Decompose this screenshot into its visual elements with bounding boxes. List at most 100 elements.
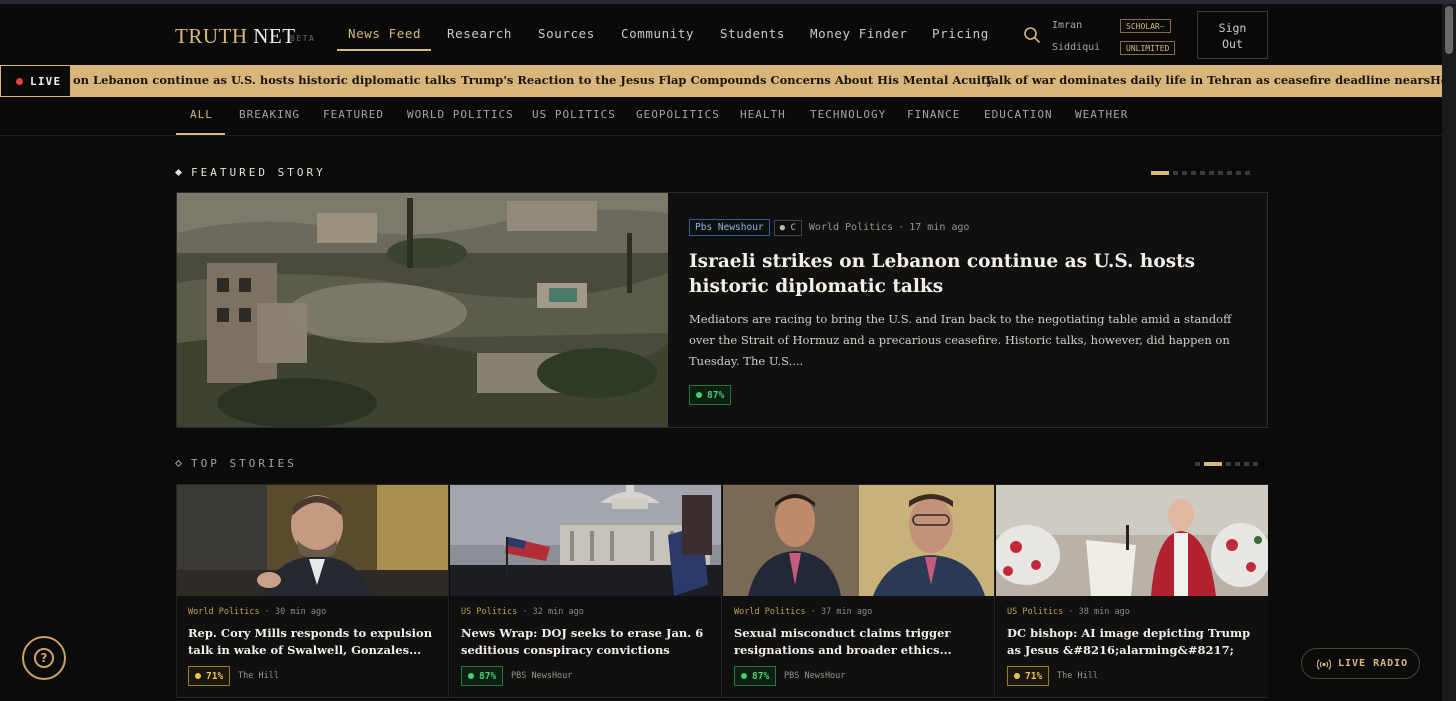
category-health[interactable]: HEALTH [740,108,786,121]
plan-badge-unlimited: UNLIMITED [1120,41,1176,55]
nav-money-finder[interactable]: Money Finder [810,26,908,41]
story-meta: US Politics · 38 min ago [1007,607,1130,617]
live-dot-icon [16,78,23,85]
ticker-item[interactable]: Trump's Reaction to the Jesus Flap Compo… [461,73,993,87]
carousel-dot[interactable] [1204,462,1222,466]
carousel-dot[interactable] [1235,462,1240,466]
category-education[interactable]: EDUCATION [984,108,1053,121]
live-radio-label: LIVE RADIO [1338,658,1409,669]
story-category: US Politics [461,607,518,617]
story-image[interactable] [450,485,721,596]
nav-pricing[interactable]: Pricing [932,26,989,41]
carousel-dot[interactable] [1227,171,1232,175]
category-us-politics[interactable]: US POLITICS [532,108,616,121]
meta-separator: · [898,222,905,233]
featured-section-header: FEATURED STORY [174,166,326,179]
credibility-score-badge: 87% [461,666,504,686]
category-geopolitics[interactable]: GEOPOLITICS [636,108,720,121]
score-value: 71% [206,670,224,682]
sign-out-button[interactable]: Sign Out [1197,11,1268,59]
featured-category: World Politics [808,222,894,233]
category-weather[interactable]: WEATHER [1075,108,1128,121]
ticker-item[interactable]: Talk of war dominates daily life in Tehr… [984,73,1430,87]
story-source[interactable]: PBS NewsHour [511,671,572,681]
story-title[interactable]: DC bishop: AI image depicting Trump as J… [1007,625,1259,658]
story-source[interactable]: The Hill [1057,671,1098,681]
story-image[interactable] [723,485,994,596]
carousel-dot[interactable] [1236,171,1241,175]
story-source[interactable]: The Hill [238,671,279,681]
carousel-dot[interactable] [1173,171,1178,175]
story-source[interactable]: PBS NewsHour [784,671,845,681]
scrollbar-thumb[interactable] [1445,6,1453,54]
story-title[interactable]: Sexual misconduct claims trigger resigna… [734,625,986,658]
category-breaking[interactable]: BREAKING [239,108,300,121]
carousel-dot[interactable] [1245,171,1250,175]
category-featured[interactable]: FEATURED [323,108,384,121]
nav-news-feed[interactable]: News Feed [348,26,421,41]
beta-label: BETA [290,34,316,43]
score-dot-icon [468,673,474,679]
rating-chip-letter: C [790,223,796,233]
logo[interactable]: TRUTH NET [175,24,296,49]
nav-students[interactable]: Students [720,26,785,41]
story-card[interactable]: World Politics · 30 min ago Rep. Cory Mi… [177,485,449,697]
carousel-dot[interactable] [1195,462,1200,466]
featured-title[interactable]: Israeli strikes on Lebanon continue as U… [689,249,1249,299]
carousel-dot[interactable] [1226,462,1231,466]
carousel-dot[interactable] [1244,462,1249,466]
nav-research[interactable]: Research [447,26,512,41]
live-tag: LIVE [0,65,71,97]
top-stories-carousel-dots[interactable] [1195,462,1258,466]
score-dot-icon [1014,673,1020,679]
carousel-dot[interactable] [1151,171,1169,175]
ticker-item[interactable]: on Lebanon continue as U.S. hosts histor… [73,73,456,87]
page-scrollbar[interactable] [1442,4,1456,701]
diamond-outline-icon [174,459,183,467]
rating-chip: ● C [773,220,802,236]
help-button[interactable]: ? [22,636,66,680]
search-icon[interactable] [1023,26,1041,44]
story-title[interactable]: Rep. Cory Mills responds to expulsion ta… [188,625,440,658]
logo-truth: TRUTH [175,24,248,48]
carousel-dot[interactable] [1200,171,1205,175]
story-meta: World Politics · 30 min ago [188,607,327,617]
featured-carousel-dots[interactable] [1151,171,1250,175]
top-header: TRUTH NET BETA News Feed Research Source… [0,4,1456,65]
story-card[interactable]: US Politics · 38 min ago DC bishop: AI i… [996,485,1268,697]
story-card[interactable]: US Politics · 32 min ago News Wrap: DOJ … [450,485,722,697]
featured-story-card[interactable]: Pbs Newshour ● C World Politics · 17 min ago… [176,192,1268,428]
story-image[interactable] [996,485,1268,596]
credibility-score-badge: 71% [1007,666,1050,686]
score-dot-icon [696,392,702,398]
carousel-dot[interactable] [1218,171,1223,175]
source-chip[interactable]: Pbs Newshour [689,219,770,236]
nav-active-underline [337,49,431,51]
carousel-dot[interactable] [1253,462,1258,466]
nav-community[interactable]: Community [621,26,694,41]
nav-sources[interactable]: Sources [538,26,595,41]
category-technology[interactable]: TECHNOLOGY [810,108,886,121]
credibility-score-badge: 87% [734,666,777,686]
story-time: 38 min ago [1078,607,1130,617]
category-all[interactable]: ALL [190,108,213,121]
category-finance[interactable]: FINANCE [907,108,960,121]
story-card[interactable]: World Politics · 37 min ago Sexual misco… [723,485,995,697]
live-radio-button[interactable]: LIVE RADIO [1301,648,1420,679]
user-first-name[interactable]: Imran [1052,20,1082,31]
carousel-dot[interactable] [1191,171,1196,175]
featured-description: Mediators are racing to bring the U.S. a… [689,312,1232,368]
category-world-politics[interactable]: WORLD POLITICS [407,108,514,121]
credibility-score-badge: 71% [188,666,231,686]
carousel-dot[interactable] [1182,171,1187,175]
carousel-dot[interactable] [1209,171,1214,175]
featured-story-image[interactable] [177,193,668,427]
category-active-underline [176,133,225,135]
score-value: 87% [707,389,725,401]
ticker-item[interactable]: Ho [1430,73,1442,87]
sign-out-label-2: Out [1222,37,1243,51]
user-last-name[interactable]: Siddiqui [1052,42,1100,53]
featured-section-label: FEATURED STORY [191,166,326,179]
story-image[interactable] [177,485,448,596]
story-title[interactable]: News Wrap: DOJ seeks to erase Jan. 6 sed… [461,625,713,658]
